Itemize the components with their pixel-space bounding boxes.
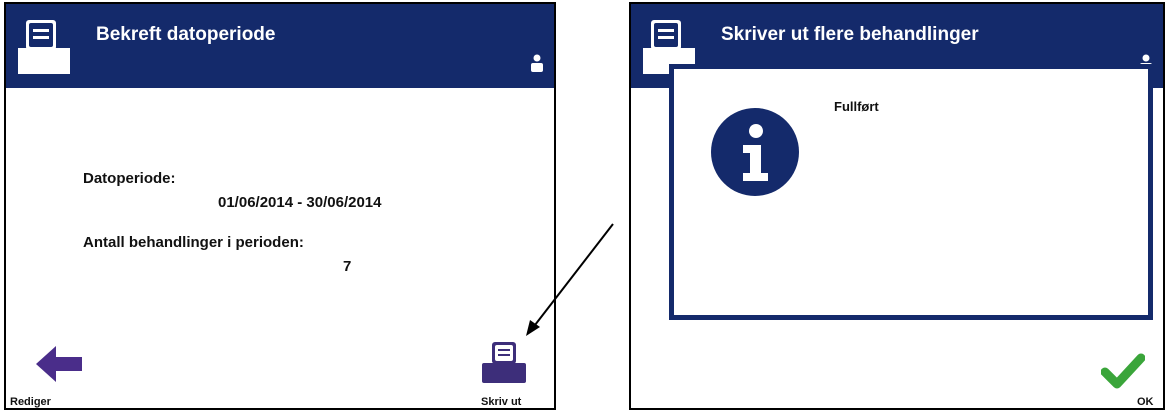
- treatment-count-value: 7: [343, 258, 352, 275]
- printer-icon: [482, 342, 526, 383]
- print-button[interactable]: [482, 340, 528, 391]
- page-title: Skriver ut flere behandlinger: [721, 24, 979, 45]
- date-period-value: 01/06/2014 - 30/06/2014: [218, 194, 382, 211]
- dialog-message: Fullført: [834, 99, 879, 114]
- print-button-label: Skriv ut: [481, 396, 522, 408]
- ok-button[interactable]: [1100, 352, 1146, 395]
- back-button[interactable]: [36, 346, 84, 387]
- completion-dialog: Fullført: [669, 64, 1153, 320]
- confirm-date-period-screen: Bekreft datoperiode Datoperiode: 01/06/2…: [4, 2, 556, 410]
- ok-button-label: OK: [1137, 396, 1154, 408]
- date-period-label: Datoperiode:: [83, 170, 176, 187]
- printer-icon: [18, 18, 70, 79]
- checkmark-icon: [1100, 353, 1146, 389]
- back-arrow-icon: [36, 346, 82, 382]
- user-icon: [530, 54, 544, 77]
- back-button-label: Rediger: [10, 396, 51, 408]
- treatment-count-label: Antall behandlinger i perioden:: [83, 234, 304, 251]
- info-icon: [710, 107, 800, 202]
- header-bar: Bekreft datoperiode: [6, 4, 554, 88]
- printing-treatments-screen: Skriver ut flere behandlinger Fullført O…: [629, 2, 1165, 410]
- page-title: Bekreft datoperiode: [96, 24, 276, 45]
